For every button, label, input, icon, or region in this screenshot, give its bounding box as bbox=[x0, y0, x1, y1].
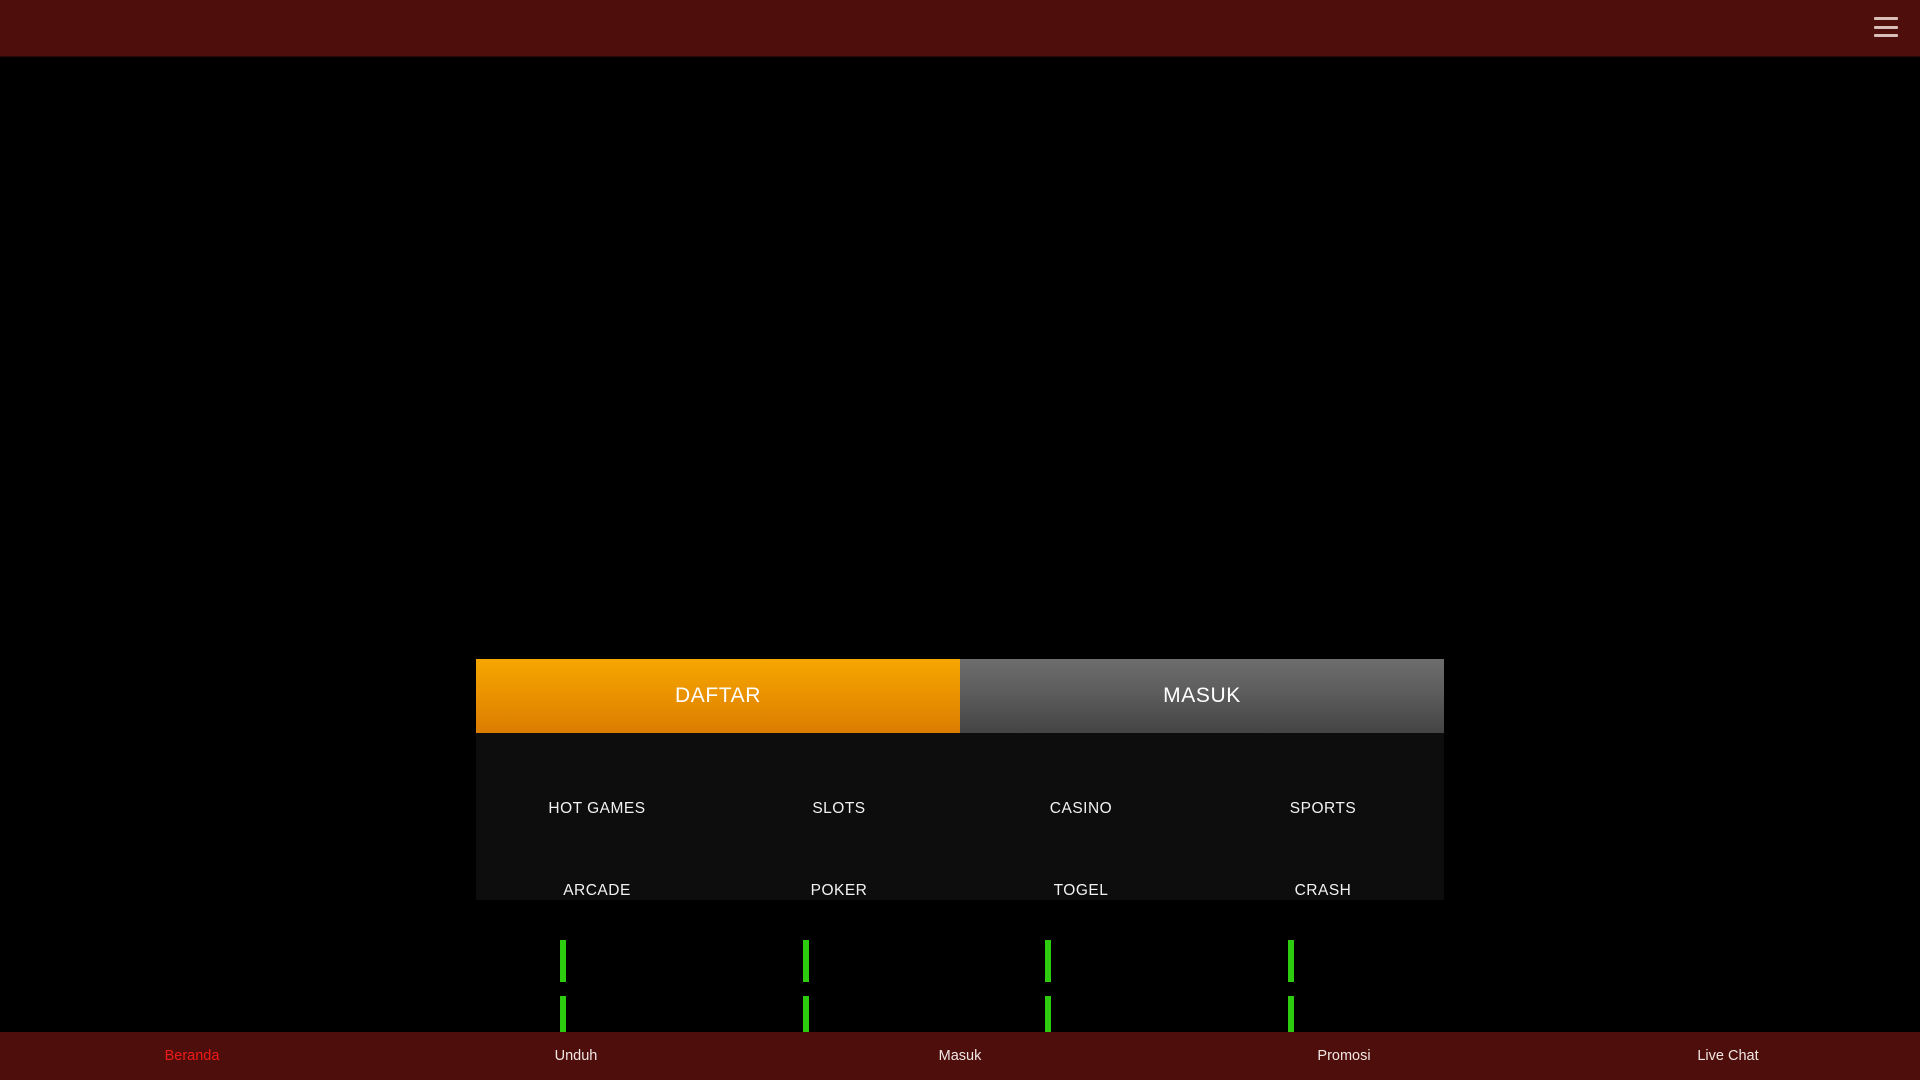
app-root: DAFTAR MASUK HOT GAMES SLOTS CASINO SPOR… bbox=[0, 0, 1920, 1080]
nav-item-live-chat[interactable]: Live Chat bbox=[1536, 1032, 1920, 1080]
category-label: SPORTS bbox=[1289, 799, 1357, 817]
category-label: HOT GAMES bbox=[548, 799, 646, 817]
hamburger-line-2 bbox=[1874, 25, 1898, 29]
login-button[interactable]: MASUK bbox=[960, 659, 1444, 733]
loading-bar bbox=[560, 940, 566, 982]
category-sports[interactable]: SPORTS bbox=[1202, 776, 1444, 841]
nav-item-masuk[interactable]: Masuk bbox=[768, 1032, 1152, 1080]
nav-label: Masuk bbox=[938, 1048, 982, 1064]
category-label: SLOTS bbox=[812, 799, 866, 817]
hamburger-line-3 bbox=[1874, 34, 1898, 37]
main-panel: DAFTAR MASUK HOT GAMES SLOTS CASINO SPOR… bbox=[476, 659, 1444, 900]
category-label: CRASH bbox=[1294, 881, 1352, 899]
category-label: ARCADE bbox=[563, 881, 631, 899]
category-slots[interactable]: SLOTS bbox=[718, 776, 960, 841]
loading-bar bbox=[1045, 940, 1051, 982]
hero-banner-area bbox=[0, 58, 1920, 659]
loading-indicator-area bbox=[476, 910, 1444, 1060]
register-button[interactable]: DAFTAR bbox=[476, 659, 960, 733]
nav-label: Unduh bbox=[554, 1048, 598, 1064]
nav-label: Beranda bbox=[164, 1048, 220, 1064]
category-row-1: HOT GAMES SLOTS CASINO SPORTS bbox=[476, 776, 1444, 841]
nav-item-unduh[interactable]: Unduh bbox=[384, 1032, 768, 1080]
category-grid: HOT GAMES SLOTS CASINO SPORTS ARCADE POK… bbox=[476, 733, 1444, 900]
category-label: CASINO bbox=[1049, 799, 1113, 817]
nav-label: Promosi bbox=[1317, 1048, 1371, 1064]
hamburger-line-1 bbox=[1874, 17, 1898, 20]
nav-item-promosi[interactable]: Promosi bbox=[1152, 1032, 1536, 1080]
nav-label: Live Chat bbox=[1697, 1048, 1759, 1064]
auth-button-row: DAFTAR MASUK bbox=[476, 659, 1444, 733]
bottom-navigation-bar: Beranda Unduh Masuk Promosi Live Chat bbox=[0, 1032, 1920, 1080]
category-hot-games[interactable]: HOT GAMES bbox=[476, 776, 718, 841]
category-label: TOGEL bbox=[1053, 881, 1109, 899]
loading-bar bbox=[803, 940, 809, 982]
top-bar bbox=[0, 0, 1920, 57]
hamburger-menu-icon[interactable] bbox=[1874, 17, 1898, 37]
nav-item-beranda[interactable]: Beranda bbox=[0, 1032, 384, 1080]
category-casino[interactable]: CASINO bbox=[960, 776, 1202, 841]
loading-bar bbox=[1288, 940, 1294, 982]
category-label: POKER bbox=[810, 881, 868, 899]
